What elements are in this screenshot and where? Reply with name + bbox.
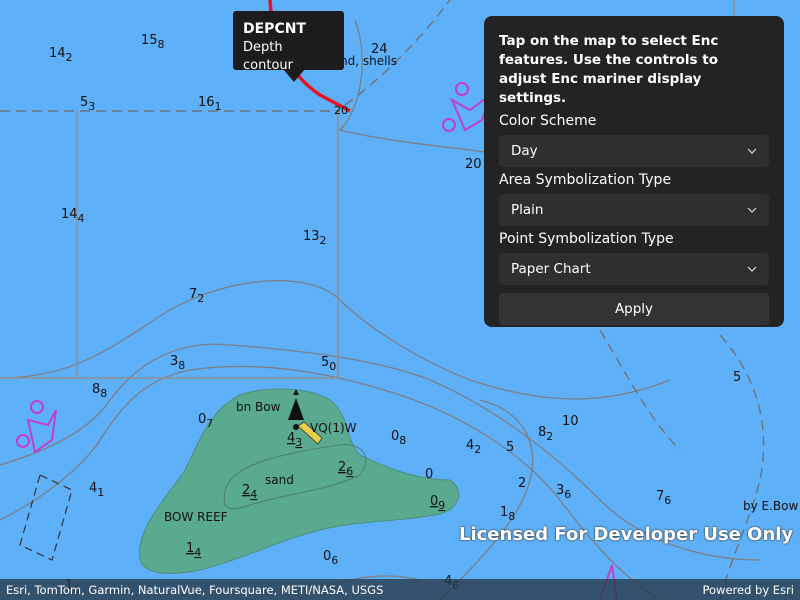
license-watermark: Licensed For Developer Use Only bbox=[459, 524, 794, 545]
chevron-down-icon bbox=[747, 264, 757, 274]
callout-subtitle: Depth contour bbox=[243, 40, 293, 73]
sounding: 20 bbox=[334, 104, 348, 117]
point-symbolization-dropdown[interactable]: Paper Chart bbox=[499, 253, 769, 285]
area-symbolization-dropdown[interactable]: Plain bbox=[499, 194, 769, 226]
color-scheme-label: Color Scheme bbox=[499, 113, 597, 129]
contour-value: 5 bbox=[506, 440, 514, 455]
color-scheme-value: Day bbox=[511, 143, 538, 159]
reef-name-label: BOW REEF bbox=[164, 510, 228, 524]
contour-value: 2 bbox=[518, 476, 526, 491]
settings-panel: Tap on the map to select Enc features. U… bbox=[484, 16, 784, 327]
feature-callout[interactable]: DEPCNT Depth contour bbox=[233, 11, 344, 82]
beacon-label: bn Bow bbox=[236, 400, 281, 414]
chevron-down-icon bbox=[747, 205, 757, 215]
area-symbolization-value: Plain bbox=[511, 202, 544, 218]
contour-value: 0 bbox=[425, 467, 433, 482]
point-symbolization-value: Paper Chart bbox=[511, 261, 591, 277]
instructions-text: Tap on the map to select Enc features. U… bbox=[499, 33, 719, 106]
light-characteristic-label: VQ(1)W bbox=[310, 421, 357, 435]
color-scheme-dropdown[interactable]: Day bbox=[499, 135, 769, 167]
contour-value: 10 bbox=[562, 414, 579, 429]
seabed-label: nd, shells bbox=[340, 54, 397, 68]
apply-button[interactable]: Apply bbox=[499, 293, 769, 325]
powered-by-label: Powered by Esri bbox=[702, 582, 795, 597]
bottom-type-label: sand bbox=[265, 473, 294, 487]
chevron-down-icon bbox=[747, 146, 757, 156]
attribution-bar: Esri, TomTom, Garmin, NaturalVue, Foursq… bbox=[0, 579, 800, 600]
attribution-sources[interactable]: Esri, TomTom, Garmin, NaturalVue, Foursq… bbox=[6, 583, 383, 597]
area-symbolization-label: Area Symbolization Type bbox=[499, 172, 672, 188]
contour-value: 5 bbox=[733, 370, 741, 385]
feature-label: by E.Bow bbox=[743, 499, 799, 513]
callout-title: DEPCNT bbox=[243, 21, 306, 37]
point-symbolization-label: Point Symbolization Type bbox=[499, 231, 674, 247]
contour-value: 20 bbox=[465, 157, 482, 172]
